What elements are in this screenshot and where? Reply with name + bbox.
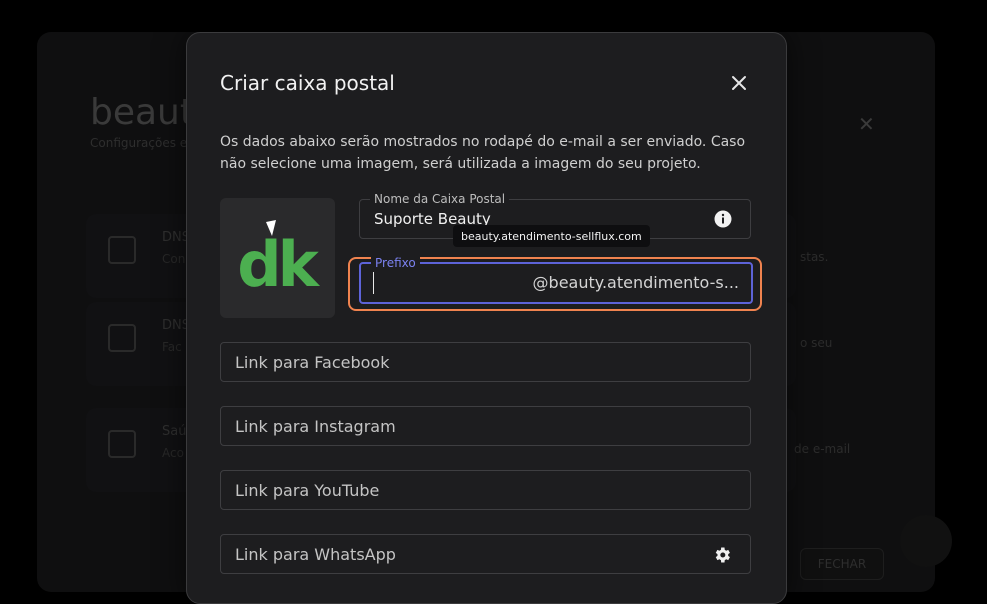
background-item-text: stas. <box>800 250 829 264</box>
prefix-domain-suffix: @beauty.atendimento-s... <box>532 273 739 292</box>
background-close-icon: ✕ <box>858 112 875 136</box>
background-item-desc: Con <box>162 252 186 266</box>
dns-icon <box>108 324 136 352</box>
background-chat-button <box>900 515 952 567</box>
background-item-desc: Fac <box>162 340 182 354</box>
whatsapp-link-placeholder: Link para WhatsApp <box>235 545 396 564</box>
gear-icon[interactable] <box>712 545 732 565</box>
background-item-text: de e-mail <box>794 442 851 456</box>
dialog-title: Criar caixa postal <box>220 71 395 95</box>
project-logo-image: dk <box>237 220 325 301</box>
prefix-input[interactable]: Prefixo @beauty.atendimento-s... <box>359 256 753 304</box>
logo-text: dk <box>237 228 320 301</box>
background-item-title: Saú <box>162 424 187 439</box>
background-subtitle: Configurações e <box>90 136 188 150</box>
logo-upload[interactable]: dk <box>220 198 335 318</box>
close-icon[interactable] <box>727 71 751 95</box>
instagram-link-placeholder: Link para Instagram <box>235 417 396 436</box>
prefix-label: Prefixo <box>371 256 420 270</box>
instagram-link-input[interactable]: Link para Instagram <box>220 406 751 446</box>
youtube-link-input[interactable]: Link para YouTube <box>220 470 751 510</box>
background-close-button: FECHAR <box>800 548 884 580</box>
background-item-desc: Aco <box>162 446 184 460</box>
background-title: beaut <box>90 92 194 133</box>
health-icon <box>108 430 136 458</box>
facebook-link-input[interactable]: Link para Facebook <box>220 342 751 382</box>
facebook-link-placeholder: Link para Facebook <box>235 353 390 372</box>
text-caret <box>373 272 374 294</box>
info-icon[interactable] <box>714 210 732 228</box>
create-mailbox-dialog: Criar caixa postal Os dados abaixo serão… <box>186 32 787 604</box>
whatsapp-link-input[interactable]: Link para WhatsApp <box>220 534 751 574</box>
background-item-text: o seu <box>800 336 833 350</box>
youtube-link-placeholder: Link para YouTube <box>235 481 380 500</box>
dialog-description: Os dados abaixo serão mostrados no rodap… <box>220 134 746 172</box>
close-icon-glyph <box>732 76 746 90</box>
domain-tooltip: beauty.atendimento-sellflux.com <box>453 225 650 247</box>
mailbox-name-label: Nome da Caixa Postal <box>370 192 510 206</box>
dns-icon <box>108 236 136 264</box>
